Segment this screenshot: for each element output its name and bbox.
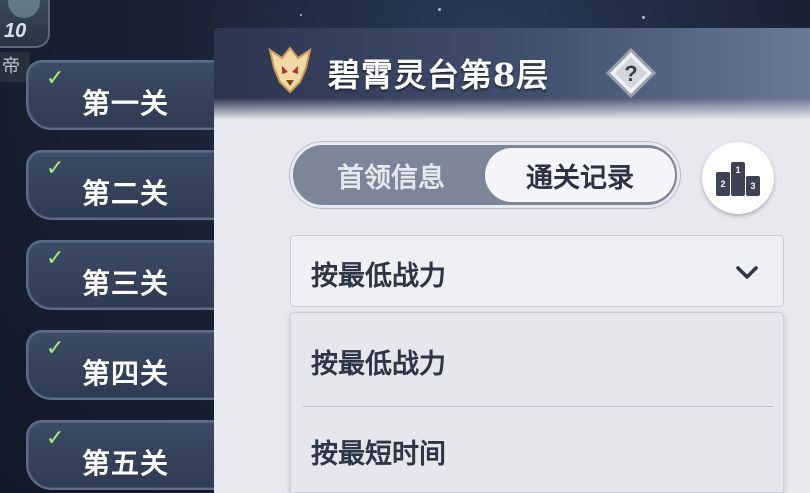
floor-panel: 碧霄灵台第8层 ? 首领信息 通关记录 2 1 3 按最低战力 按最低战力 按最… bbox=[214, 28, 810, 493]
level-number: 10 bbox=[4, 20, 27, 42]
tab-clear-records[interactable]: 通关记录 bbox=[485, 148, 675, 202]
stage-label: 第二关 bbox=[82, 177, 170, 210]
tab-boss-info[interactable]: 首领信息 bbox=[293, 145, 489, 205]
panel-title: 碧霄灵台第8层 bbox=[328, 56, 550, 94]
check-icon: ✓ bbox=[46, 426, 65, 451]
svg-text:1: 1 bbox=[735, 165, 740, 175]
panel-header: 碧霄灵台第8层 ? bbox=[214, 28, 810, 120]
svg-text:?: ? bbox=[624, 61, 637, 86]
stage-label: 第四关 bbox=[82, 357, 170, 390]
chevron-down-icon bbox=[736, 266, 758, 279]
sort-select[interactable]: 按最低战力 bbox=[290, 235, 784, 307]
check-icon: ✓ bbox=[46, 336, 65, 361]
sort-option-shortest-time[interactable]: 按最短时间 bbox=[291, 407, 785, 493]
stage-label: 第五关 bbox=[82, 447, 170, 480]
stage-item-1[interactable]: ✓ 第一关 bbox=[26, 60, 226, 130]
sort-options-menu: 按最低战力 按最短时间 bbox=[290, 312, 784, 493]
svg-text:3: 3 bbox=[750, 181, 755, 191]
question-icon[interactable]: ? bbox=[606, 48, 656, 98]
sort-selected-value: 按最低战力 bbox=[311, 261, 446, 292]
podium-icon: 2 1 3 bbox=[716, 162, 760, 196]
tab-switcher: 首领信息 通关记录 bbox=[290, 142, 680, 208]
check-icon: ✓ bbox=[46, 246, 65, 271]
sort-option-min-power[interactable]: 按最低战力 bbox=[291, 317, 785, 405]
stage-label: 第三关 bbox=[82, 267, 170, 300]
level-badge: 10 bbox=[0, 0, 50, 48]
check-icon: ✓ bbox=[46, 66, 65, 91]
stage-item-4[interactable]: ✓ 第四关 bbox=[26, 330, 226, 400]
check-icon: ✓ bbox=[46, 156, 65, 181]
lotus-icon bbox=[8, 0, 40, 18]
demon-mask-icon bbox=[268, 46, 312, 94]
svg-text:2: 2 bbox=[720, 179, 725, 189]
stage-item-5[interactable]: ✓ 第五关 bbox=[26, 420, 226, 490]
stage-item-2[interactable]: ✓ 第二关 bbox=[26, 150, 226, 220]
ranking-button[interactable]: 2 1 3 bbox=[702, 142, 774, 214]
stage-label: 第一关 bbox=[82, 87, 170, 120]
stage-item-3[interactable]: ✓ 第三关 bbox=[26, 240, 226, 310]
